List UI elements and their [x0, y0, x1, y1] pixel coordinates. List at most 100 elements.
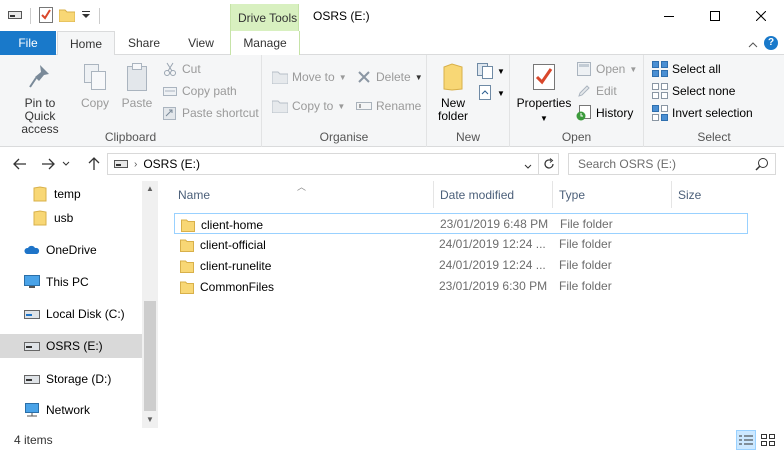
copy-to-label: Copy to — [292, 99, 334, 113]
file-row[interactable]: client-home 23/01/2019 6:48 PM File fold… — [174, 213, 748, 234]
file-list: ︿ Name Date modified Type Size client-ho… — [158, 181, 784, 428]
pin-to-quick-access-button[interactable]: Pin to Quick access — [4, 61, 76, 136]
nav-item-label: Storage (D:) — [46, 372, 112, 386]
nav-item-onedrive[interactable]: OneDrive — [0, 238, 142, 262]
scroll-down-icon[interactable]: ▼ — [142, 412, 158, 428]
maximize-button[interactable] — [692, 0, 738, 31]
address-dropdown-icon[interactable] — [524, 159, 532, 173]
nav-item-usb[interactable]: usb — [0, 206, 142, 230]
column-header-name[interactable]: Name — [172, 181, 434, 208]
large-icons-view-button[interactable] — [758, 430, 778, 450]
file-row[interactable]: client-official 24/01/2019 12:24 ... Fil… — [174, 234, 748, 255]
easy-access-button[interactable]: ▼ — [477, 83, 505, 103]
close-button[interactable] — [738, 0, 784, 31]
edit-button[interactable]: Edit — [576, 81, 617, 101]
nav-item-storage[interactable]: Storage (D:) — [0, 367, 142, 391]
delete-button[interactable]: Delete ▼ — [356, 67, 423, 87]
file-row[interactable]: CommonFiles 23/01/2019 6:30 PM File fold… — [174, 276, 748, 297]
delete-label: Delete — [376, 70, 411, 84]
new-item-button[interactable]: ▼ — [477, 61, 505, 81]
open-button[interactable]: Open ▼ — [576, 59, 637, 79]
move-to-button[interactable]: Move to ▼ — [272, 67, 347, 87]
nav-item-osrs[interactable]: OSRS (E:) — [0, 334, 142, 358]
properties-qat-icon[interactable] — [39, 6, 53, 26]
select-group: Select all Select none Invert selection … — [644, 55, 784, 147]
refresh-button[interactable] — [538, 154, 558, 174]
scroll-up-icon[interactable]: ▲ — [142, 181, 158, 197]
paste-label: Paste — [121, 96, 153, 110]
copy-button[interactable]: Copy — [76, 61, 114, 110]
copy-path-button[interactable]: Copy path — [162, 81, 237, 101]
organise-group-label: Organise — [319, 130, 369, 144]
select-all-button[interactable]: Select all — [652, 59, 721, 79]
new-item-icon — [477, 63, 493, 79]
nav-item-label: usb — [54, 211, 74, 225]
paste-shortcut-button[interactable]: Paste shortcut — [162, 103, 259, 123]
rename-button[interactable]: Rename — [356, 96, 421, 116]
invert-selection-label: Invert selection — [672, 106, 753, 120]
history-button[interactable]: History — [576, 103, 633, 123]
properties-label: Properties — [516, 96, 572, 110]
clipboard-group-label: Clipboard — [104, 130, 157, 144]
up-button[interactable] — [84, 155, 104, 173]
invert-selection-button[interactable]: Invert selection — [652, 103, 753, 123]
column-header-type[interactable]: Type — [553, 181, 672, 208]
column-header-size[interactable]: Size — [672, 181, 752, 208]
tab-file[interactable]: File — [0, 31, 56, 55]
scrollbar-thumb[interactable] — [144, 301, 156, 411]
file-row[interactable]: client-runelite 24/01/2019 12:24 ... Fil… — [174, 255, 748, 276]
qat-separator-2 — [99, 8, 100, 24]
column-header-date-modified[interactable]: Date modified — [434, 181, 553, 208]
onedrive-cloud-icon — [24, 242, 40, 258]
paste-button[interactable]: Paste — [116, 61, 158, 110]
search-icon — [755, 157, 769, 174]
nav-item-network[interactable]: Network — [0, 398, 142, 422]
ribbon-tabs: File Home Share View Manage ? — [0, 31, 784, 56]
open-group: Properties ▼ Open ▼ Edit History Open — [510, 55, 644, 147]
nav-item-temp[interactable]: temp — [0, 182, 142, 206]
tab-manage[interactable]: Manage — [230, 31, 300, 55]
new-folder-button[interactable]: New folder — [433, 61, 473, 123]
tab-view[interactable]: View — [176, 31, 226, 55]
nav-item-this-pc[interactable]: This PC — [0, 270, 142, 294]
help-icon[interactable]: ? — [764, 36, 778, 50]
minimize-icon — [664, 15, 674, 17]
paste-shortcut-icon — [162, 105, 178, 121]
file-date: 23/01/2019 6:48 PM — [440, 217, 549, 231]
minimize-button[interactable] — [646, 0, 692, 31]
nav-item-local-disk[interactable]: Local Disk (C:) — [0, 302, 142, 326]
forward-button[interactable] — [38, 155, 58, 173]
computer-icon — [24, 274, 40, 290]
dropdown-arrow-icon: ▼ — [497, 66, 505, 76]
drive-icon — [24, 306, 40, 322]
search-input[interactable]: Search OSRS (E:) — [568, 153, 776, 175]
rename-icon — [356, 98, 372, 114]
nav-scrollbar[interactable]: ▲ ▼ — [142, 181, 158, 428]
copy-to-button[interactable]: Copy to ▼ — [272, 96, 345, 116]
navigation-pane: temp usb OneDrive This PC Local Disk (C:… — [0, 181, 158, 428]
tab-share[interactable]: Share — [118, 31, 170, 55]
properties-icon — [528, 61, 560, 93]
select-all-label: Select all — [672, 62, 721, 76]
details-view-button[interactable] — [736, 430, 756, 450]
details-view-icon — [739, 435, 753, 445]
back-button[interactable] — [10, 155, 30, 173]
recent-locations-button[interactable] — [60, 155, 72, 173]
nav-item-label: OneDrive — [46, 243, 97, 257]
drive-icon — [8, 9, 22, 23]
select-none-button[interactable]: Select none — [652, 81, 735, 101]
ribbon-collapse-icon[interactable] — [748, 37, 758, 51]
breadcrumb-chevron-icon[interactable]: › — [134, 159, 137, 170]
new-folder-qat-icon[interactable] — [58, 8, 76, 25]
tab-home[interactable]: Home — [57, 31, 115, 56]
breadcrumb-osrs[interactable]: OSRS (E:) — [143, 157, 200, 171]
chevron-down-icon — [62, 161, 70, 166]
address-bar[interactable]: › OSRS (E:) — [107, 153, 559, 175]
select-group-label: Select — [697, 130, 731, 144]
network-icon — [24, 402, 40, 418]
file-type: File folder — [559, 258, 612, 272]
cut-button[interactable]: Cut — [162, 59, 201, 79]
properties-button[interactable]: Properties ▼ — [516, 61, 572, 125]
file-name: client-home — [201, 217, 264, 232]
customize-qat-icon[interactable] — [81, 9, 91, 23]
